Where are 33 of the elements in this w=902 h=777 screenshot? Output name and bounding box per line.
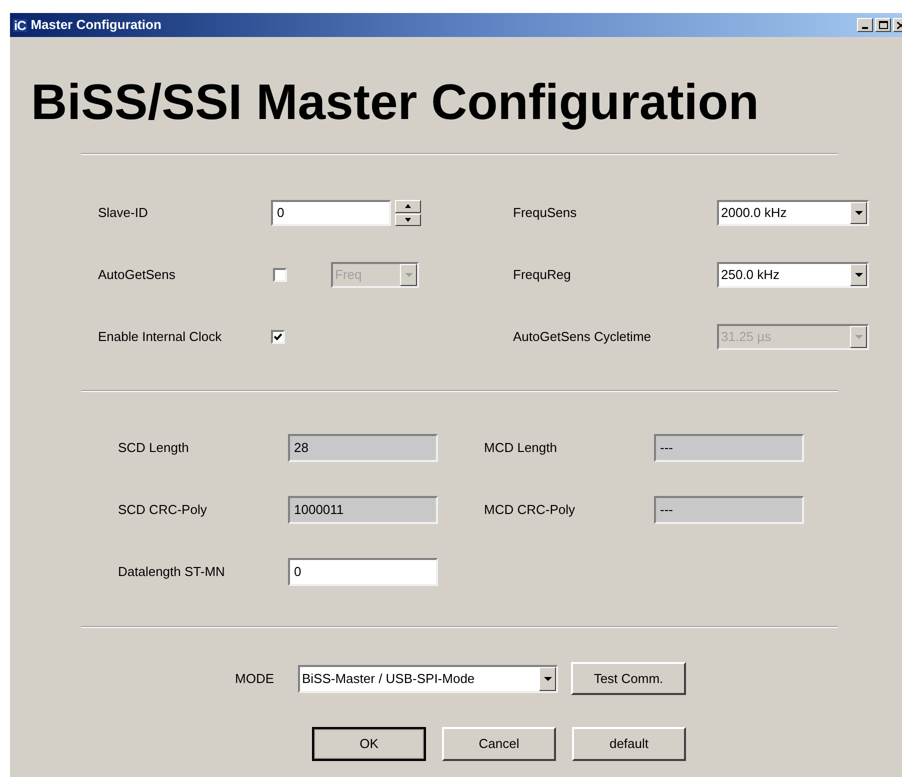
text-field[interactable]: 0 xyxy=(288,558,438,586)
minimize-icon xyxy=(862,27,868,29)
dropdown[interactable]: BiSS-Master / USB-SPI-Mode xyxy=(298,664,558,692)
minimize-button[interactable] xyxy=(857,18,873,32)
field-label: Enable Internal Clock xyxy=(98,328,223,346)
dropdown-value: 2000.0 kHz xyxy=(720,204,788,222)
field-label: Datalength ST-MN xyxy=(118,563,226,582)
field-label: FrequReg xyxy=(513,266,572,284)
checkbox[interactable] xyxy=(273,268,287,282)
dialog-button[interactable]: OK xyxy=(312,727,426,761)
spinner-field[interactable]: 0 xyxy=(271,200,391,226)
window-title: Master Configuration xyxy=(30,16,162,34)
dropdown-value: 250.0 kHz xyxy=(720,266,781,284)
maximize-icon xyxy=(878,21,888,29)
field-label: AutoGetSens Cycletime xyxy=(513,328,652,346)
test-comm-button[interactable]: Test Comm. xyxy=(571,662,686,695)
maximize-button[interactable] xyxy=(875,18,891,32)
field-label: FrequSens xyxy=(513,204,578,222)
mode-label: MODE xyxy=(235,670,275,688)
dropdown-value: BiSS-Master / USB-SPI-Mode xyxy=(301,670,476,688)
dropdown[interactable]: 250.0 kHz xyxy=(717,262,869,288)
checkmark-icon xyxy=(274,333,282,341)
field-label: MCD Length xyxy=(484,439,558,458)
dialog-button[interactable]: default xyxy=(572,727,686,761)
dropdown[interactable]: 2000.0 kHz xyxy=(717,200,869,226)
field-label: SCD Length xyxy=(118,439,190,458)
dialog-button[interactable]: Cancel xyxy=(442,727,556,761)
checkbox[interactable] xyxy=(271,330,285,344)
field-label: SCD CRC-Poly xyxy=(118,501,208,520)
field-label: Slave-ID xyxy=(98,204,149,222)
field-label: AutoGetSens xyxy=(98,266,176,284)
field-label: MCD CRC-Poly xyxy=(484,501,576,520)
app-logo: iC xyxy=(13,18,27,32)
